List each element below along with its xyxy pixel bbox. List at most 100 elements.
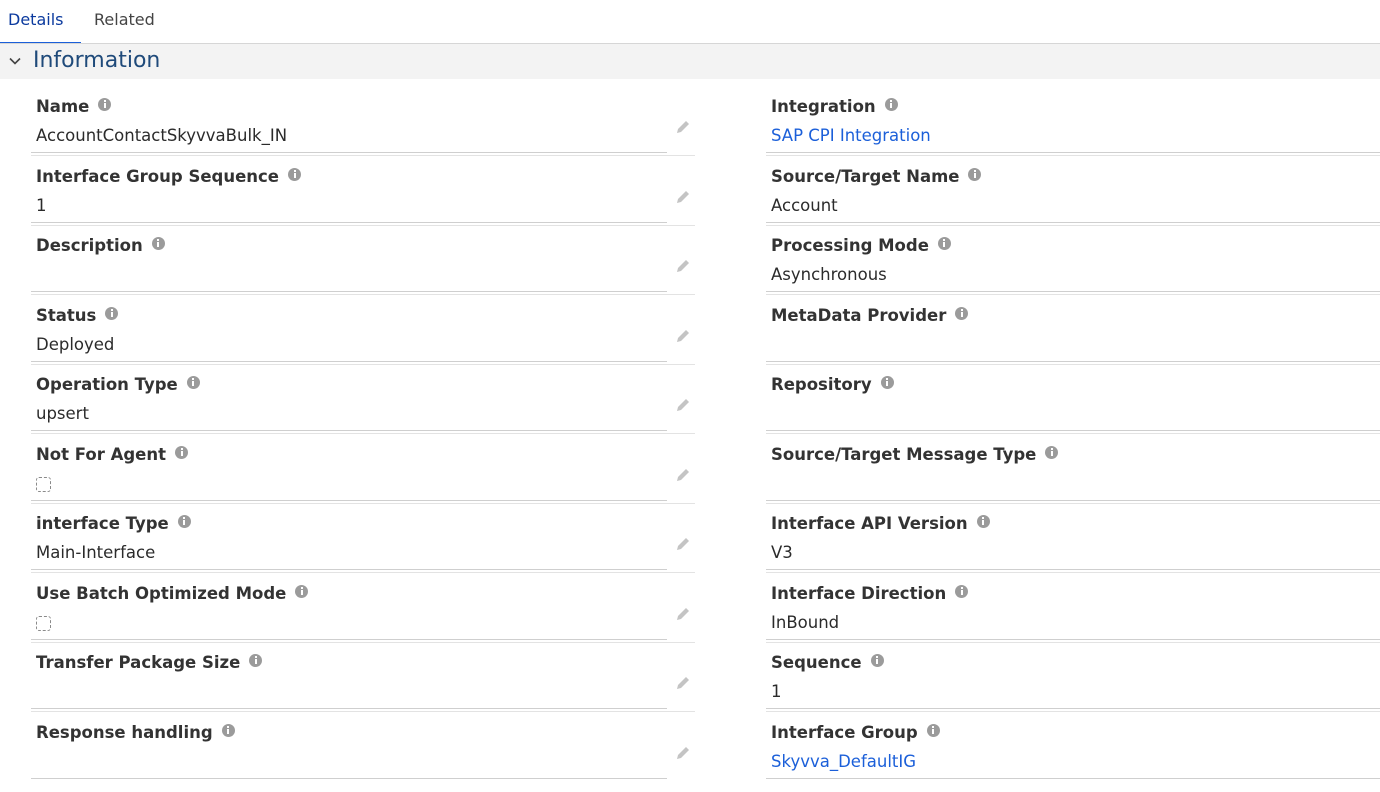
field-interface-type: interface Type Main-Interface	[31, 513, 696, 583]
field-label: Name	[36, 96, 112, 118]
field-value: 1	[771, 682, 782, 701]
field-value: AccountContactSkyvvaBulk_IN	[36, 126, 288, 145]
info-icon[interactable]	[937, 237, 951, 250]
info-icon[interactable]	[955, 307, 969, 320]
info-icon[interactable]	[151, 237, 165, 250]
field-value: Account	[771, 196, 838, 215]
tab-bar: Details Related	[0, 0, 1380, 45]
field-label: Source/Target Message Type	[771, 444, 1059, 466]
info-icon[interactable]	[968, 168, 982, 181]
divider	[31, 361, 667, 362]
edit-pencil-icon[interactable]	[674, 674, 692, 692]
divider	[766, 778, 1380, 779]
field-label: MetaData Provider	[771, 305, 969, 327]
field-status: Status Deployed	[31, 305, 696, 375]
divider	[31, 222, 667, 223]
info-icon[interactable]	[884, 98, 898, 111]
divider	[766, 433, 1380, 434]
info-icon[interactable]	[926, 724, 940, 737]
edit-pencil-icon[interactable]	[674, 188, 692, 206]
divider	[31, 294, 695, 295]
info-icon[interactable]	[98, 98, 112, 111]
info-icon[interactable]	[175, 446, 189, 459]
divider	[766, 430, 1380, 431]
divider	[31, 152, 667, 153]
divider	[31, 433, 695, 434]
integration-link[interactable]: SAP CPI Integration	[771, 125, 931, 147]
field-name: Name AccountContactSkyvvaBulk_IN	[31, 96, 696, 166]
edit-pencil-icon[interactable]	[674, 466, 692, 484]
field-description: Description	[31, 235, 696, 305]
divider	[31, 639, 667, 640]
field-label: Repository	[771, 374, 894, 396]
info-icon[interactable]	[870, 654, 884, 667]
field-label: Integration	[771, 96, 898, 118]
divider	[766, 291, 1380, 292]
divider	[31, 778, 667, 779]
divider	[31, 569, 667, 570]
edit-pencil-icon[interactable]	[674, 118, 692, 136]
section-title: Information	[33, 48, 161, 73]
field-interface-group-sequence: Interface Group Sequence 1	[31, 166, 696, 236]
field-label: Not For Agent	[36, 444, 189, 466]
divider	[766, 152, 1380, 153]
divider	[766, 225, 1380, 226]
edit-pencil-icon[interactable]	[674, 327, 692, 345]
divider	[766, 642, 1380, 643]
field-source-target-name: Source/Target Name Account	[766, 166, 1380, 236]
info-icon[interactable]	[186, 376, 200, 389]
field-interface-group: Interface Group Skyvva_DefaultIG	[766, 722, 1380, 792]
divider	[766, 708, 1380, 709]
info-icon[interactable]	[105, 307, 119, 320]
edit-pencil-icon[interactable]	[674, 744, 692, 762]
info-icon[interactable]	[880, 376, 894, 389]
info-icon[interactable]	[177, 515, 191, 528]
divider	[31, 642, 695, 643]
field-not-for-agent: Not For Agent	[31, 444, 696, 514]
use-batch-optimized-mode-checkbox[interactable]	[36, 616, 51, 631]
divider	[766, 503, 1380, 504]
divider	[31, 708, 667, 709]
field-value: InBound	[771, 613, 840, 632]
info-icon[interactable]	[295, 585, 309, 598]
interface-group-link[interactable]: Skyvva_DefaultIG	[771, 751, 916, 773]
field-value: V3	[771, 543, 793, 562]
not-for-agent-checkbox[interactable]	[36, 477, 51, 492]
edit-pencil-icon[interactable]	[674, 535, 692, 553]
info-icon[interactable]	[955, 585, 969, 598]
divider	[31, 430, 667, 431]
field-label: Operation Type	[36, 374, 200, 396]
info-icon[interactable]	[288, 168, 301, 181]
field-sequence: Sequence 1	[766, 652, 1380, 722]
field-value: Asynchronous	[771, 265, 887, 284]
tab-details[interactable]: Details	[0, 0, 81, 45]
divider	[766, 361, 1380, 362]
divider	[766, 572, 1380, 573]
field-label: Sequence	[771, 652, 884, 674]
divider	[766, 500, 1380, 501]
edit-pencil-icon[interactable]	[674, 605, 692, 623]
divider	[31, 500, 667, 501]
field-use-batch-optimized-mode: Use Batch Optimized Mode	[31, 583, 696, 653]
divider	[766, 569, 1380, 570]
edit-pencil-icon[interactable]	[674, 396, 692, 414]
field-label: Use Batch Optimized Mode	[36, 583, 309, 605]
field-label: Description	[36, 235, 165, 257]
field-label: Response handling	[36, 722, 235, 744]
field-repository: Repository	[766, 374, 1380, 444]
info-icon[interactable]	[249, 654, 263, 667]
info-icon[interactable]	[221, 724, 235, 737]
field-label: Processing Mode	[771, 235, 951, 257]
edit-pencil-icon[interactable]	[674, 257, 692, 275]
field-label: Interface Direction	[771, 583, 969, 605]
tab-related[interactable]: Related	[94, 0, 155, 42]
info-icon[interactable]	[976, 515, 990, 528]
field-value: upsert	[36, 404, 89, 423]
field-label: Interface Group Sequence	[36, 166, 301, 188]
divider	[31, 364, 695, 365]
field-interface-direction: Interface Direction InBound	[766, 583, 1380, 653]
field-value: Deployed	[36, 335, 115, 354]
section-header-information[interactable]: Information	[0, 44, 1380, 79]
info-icon[interactable]	[1045, 446, 1059, 459]
field-operation-type: Operation Type upsert	[31, 374, 696, 444]
